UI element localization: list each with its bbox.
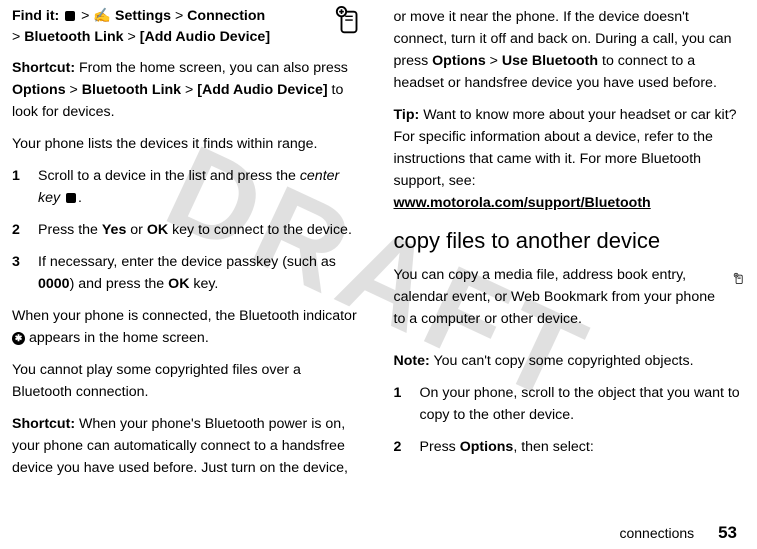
add-device-icon (733, 264, 745, 294)
step2-or: or (126, 222, 147, 238)
step-number: 2 (394, 436, 406, 458)
tip-para: Tip: Want to know more about your headse… (394, 104, 746, 214)
step-body: Press the Yes or OK key to connect to th… (38, 219, 364, 241)
step-row: 1 Scroll to a device in the list and pre… (12, 165, 364, 209)
tip-label: Tip: (394, 107, 420, 123)
path-bluetooth-link: Bluetooth Link (24, 29, 123, 45)
note-text: You can't copy some copyrighted objects. (430, 353, 694, 369)
step2-b: key to connect to the device. (168, 222, 352, 238)
find-it-text: Find it: > ✍ Settings > Connection > Blu… (12, 6, 326, 47)
copyright-note: You cannot play some copyrighted files o… (12, 359, 364, 403)
step-row: 2 Press the Yes or OK key to connect to … (12, 219, 364, 241)
continuation-para: or move it near the phone. If the device… (394, 6, 746, 94)
note-label: Note: (394, 353, 430, 369)
center-key-icon (65, 11, 75, 21)
step-row: 2 Press Options, then select: (394, 436, 746, 458)
page-content: Find it: > ✍ Settings > Connection > Blu… (0, 0, 757, 489)
step-row: 1 On your phone, scroll to the object th… (394, 382, 746, 426)
step-body: If necessary, enter the device passkey (… (38, 251, 364, 295)
steps-left: 1 Scroll to a device in the list and pre… (12, 165, 364, 295)
shortcut2-label: Shortcut: (12, 416, 75, 432)
step-row: 3 If necessary, enter the device passkey… (12, 251, 364, 295)
copy-intro-row: You can copy a media file, address book … (394, 264, 746, 340)
left-column: Find it: > ✍ Settings > Connection > Blu… (12, 6, 364, 489)
tip-text: Want to know more about your headset or … (394, 107, 737, 189)
rstep2-options: Options (460, 439, 514, 455)
step2-a: Press the (38, 222, 102, 238)
note-para: Note: You can't copy some copyrighted ob… (394, 350, 746, 372)
connected-a: When your phone is connected, the Blueto… (12, 308, 357, 324)
connected-b: appears in the home screen. (25, 330, 209, 346)
cont-options: Options (432, 53, 486, 69)
cont-usebt: Use Bluetooth (502, 53, 598, 69)
step3-a: If necessary, enter the device passkey (… (38, 254, 336, 270)
footer-section-label: connections (619, 525, 694, 541)
path-connection: Connection (187, 8, 265, 24)
step-number: 1 (12, 165, 24, 209)
step-body: Press Options, then select: (420, 436, 746, 458)
step3-code: 0000 (38, 276, 70, 292)
step1-a: Scroll to a device in the list and press… (38, 168, 300, 184)
find-it-label: Find it: (12, 8, 59, 24)
section-heading: copy files to another device (394, 224, 746, 258)
support-link[interactable]: www.motorola.com/support/Bluetooth (394, 195, 651, 211)
shortcut-para-1: Shortcut: From the home screen, you can … (12, 57, 364, 123)
step2-yes: Yes (102, 222, 126, 238)
connected-para: When your phone is connected, the Blueto… (12, 305, 364, 349)
rstep2-c: , then select: (513, 439, 593, 455)
step-number: 3 (12, 251, 24, 295)
shortcut-text-1: From the home screen, you can also press (75, 60, 348, 76)
step-body: Scroll to a device in the list and press… (38, 165, 364, 209)
shortcut-options: Options (12, 82, 66, 98)
step-number: 2 (12, 219, 24, 241)
settings-glyph-icon: ✍ (93, 8, 111, 24)
steps-right: 1 On your phone, scroll to the object th… (394, 382, 746, 458)
find-it-block: Find it: > ✍ Settings > Connection > Blu… (12, 6, 364, 47)
shortcut-btlink: Bluetooth Link (82, 82, 181, 98)
list-intro: Your phone lists the devices it finds wi… (12, 133, 364, 155)
shortcut-para-2: Shortcut: When your phone's Bluetooth po… (12, 413, 364, 479)
step-number: 1 (394, 382, 406, 426)
center-key-icon (66, 193, 76, 203)
step2-ok: OK (147, 222, 168, 238)
right-column: or move it near the phone. If the device… (394, 6, 746, 489)
shortcut-addaudio: [Add Audio Device] (197, 82, 327, 98)
page-footer: connections 53 (619, 523, 737, 543)
path-settings: Settings (115, 8, 171, 24)
copy-intro: You can copy a media file, address book … (394, 264, 725, 330)
footer-page-number: 53 (718, 523, 737, 542)
shortcut-label: Shortcut: (12, 60, 75, 76)
step3-b: ) and press the (70, 276, 169, 292)
path-add-audio: [Add Audio Device] (140, 29, 270, 45)
step-body: On your phone, scroll to the object that… (420, 382, 746, 426)
step3-c: key. (189, 276, 218, 292)
step3-ok: OK (168, 276, 189, 292)
bluetooth-indicator-icon: ✱ (12, 332, 25, 345)
add-device-icon (334, 6, 364, 36)
rstep2-a: Press (420, 439, 460, 455)
